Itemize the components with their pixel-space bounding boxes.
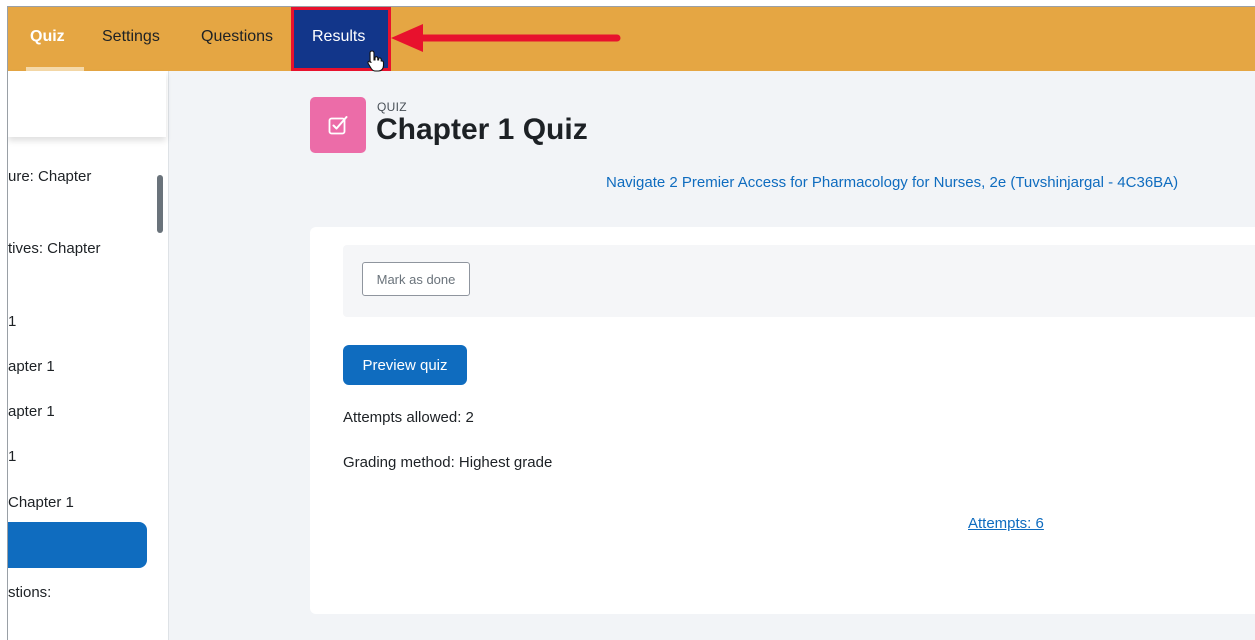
preview-quiz-button[interactable]: Preview quiz	[343, 345, 467, 385]
drawer-scrollbar[interactable]	[157, 175, 163, 233]
attempts-allowed-text: Attempts allowed: 2	[343, 409, 474, 426]
annotation-arrow	[391, 24, 621, 52]
activity-type-label: QUIZ	[377, 100, 407, 114]
attempts-link[interactable]: Attempts: 6	[968, 515, 1044, 532]
drawer-header	[8, 71, 166, 137]
course-link[interactable]: Navigate 2 Premier Access for Pharmacolo…	[606, 174, 1178, 191]
mark-as-done-button[interactable]: Mark as done	[362, 262, 470, 296]
course-index-item[interactable]: Chapter 1	[8, 494, 74, 511]
tab-questions[interactable]: Questions	[201, 7, 273, 71]
course-index-item[interactable]: stions:	[8, 584, 51, 601]
tab-settings[interactable]: Settings	[102, 7, 160, 71]
checkbox-icon	[328, 116, 348, 135]
secondary-navigation: Quiz Settings Questions Results	[8, 7, 1255, 72]
tab-results-label: Results	[312, 28, 366, 45]
completion-bar: Mark as done	[343, 245, 1255, 317]
hand-cursor-icon	[367, 50, 385, 72]
tab-quiz[interactable]: Quiz	[30, 7, 65, 71]
course-index-item[interactable]: 1	[8, 313, 16, 330]
page-title: Chapter 1 Quiz	[376, 113, 588, 146]
course-index-drawer: ure: Chapter tives: Chapter 1 apter 1 ap…	[8, 71, 169, 640]
quiz-activity-icon	[310, 97, 366, 153]
course-index-item[interactable]: tives: Chapter	[8, 240, 101, 257]
course-index-item-active[interactable]	[8, 522, 147, 568]
activity-content-card: Mark as done Preview quiz Attempts allow…	[310, 227, 1255, 614]
course-index-item[interactable]: ure: Chapter	[8, 168, 91, 185]
grading-method-text: Grading method: Highest grade	[343, 454, 553, 471]
course-index-item[interactable]: apter 1	[8, 403, 55, 420]
course-index-item[interactable]: 1	[8, 448, 16, 465]
browser-frame: Quiz Settings Questions Results ure: Cha…	[7, 6, 1255, 640]
course-index-item[interactable]: apter 1	[8, 358, 55, 375]
